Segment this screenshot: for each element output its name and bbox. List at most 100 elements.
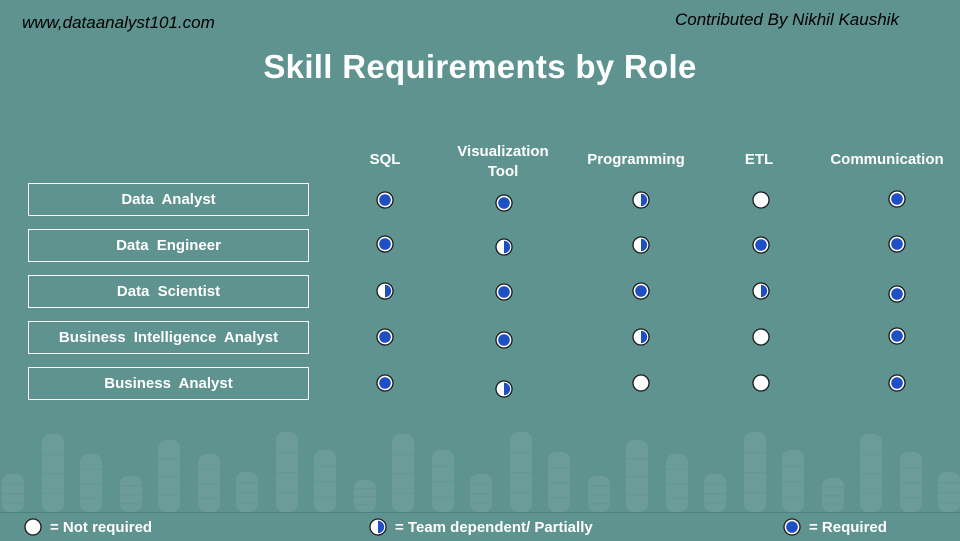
- background-bar-stripe: [704, 483, 726, 485]
- required-icon: [376, 328, 394, 346]
- background-bar-stripe: [2, 502, 24, 504]
- column-header-sql: SQL: [369, 151, 401, 168]
- background-bar-stripe: [236, 492, 258, 494]
- not-required-icon: [752, 374, 770, 392]
- partial-icon: [632, 328, 650, 346]
- not-required-icon: [24, 518, 42, 536]
- background-bar-stripe: [2, 493, 24, 495]
- background-bar-stripe: [744, 472, 766, 474]
- background-bar-stripe: [900, 467, 922, 469]
- background-bar-stripe: [120, 485, 142, 487]
- partial-icon: [752, 282, 770, 300]
- required-icon: [888, 374, 906, 392]
- required-icon: [752, 236, 770, 254]
- background-bar-stripe: [548, 497, 570, 499]
- required-icon: [888, 235, 906, 253]
- required-icon: [632, 282, 650, 300]
- column-header-communication: Communication: [830, 151, 944, 168]
- background-bar-stripe: [938, 482, 960, 484]
- not-required-icon: [752, 191, 770, 209]
- required-icon: [888, 190, 906, 208]
- role-label-business-intelligence-analyst: Business Intelligence Analyst: [28, 321, 309, 354]
- legend-label-required: = Required: [809, 518, 887, 536]
- background-bar-stripe: [510, 492, 532, 494]
- required-icon: [376, 235, 394, 253]
- background-bar-stripe: [666, 497, 688, 499]
- not-required-icon: [752, 328, 770, 346]
- background-bar-stripe: [120, 494, 142, 496]
- background-bar-stripe: [42, 492, 64, 494]
- background-bar-stripe: [470, 502, 492, 504]
- page-title: Skill Requirements by Role: [263, 48, 697, 85]
- required-icon: [888, 285, 906, 303]
- background-bar-stripe: [744, 492, 766, 494]
- partial-icon: [376, 282, 394, 300]
- background-bar-stripe: [470, 483, 492, 485]
- background-bar-stripe: [860, 473, 882, 475]
- background-bar-stripe: [900, 497, 922, 499]
- background-bar-stripe: [392, 473, 414, 475]
- background-bar-stripe: [860, 453, 882, 455]
- background-bar-stripe: [276, 492, 298, 494]
- background-bar-stripe: [354, 504, 376, 506]
- required-icon: [495, 331, 513, 349]
- background-bar-stripe: [354, 496, 376, 498]
- background-bar-stripe: [860, 492, 882, 494]
- background-bar-stripe: [626, 476, 648, 478]
- background-bar-stripe: [120, 503, 142, 505]
- background-bar-stripe: [392, 492, 414, 494]
- background-bar-stripe: [314, 465, 336, 467]
- background-bar-stripe: [276, 452, 298, 454]
- partial-icon: [632, 191, 650, 209]
- background-bar-stripe: [470, 493, 492, 495]
- column-header-programming: Programming: [587, 151, 685, 168]
- background-bar-stripe: [198, 468, 220, 470]
- background-bar-stripe: [314, 496, 336, 498]
- required-icon: [783, 518, 801, 536]
- background-bar-stripe: [42, 453, 64, 455]
- background-bar-stripe: [510, 452, 532, 454]
- background-bar-stripe: [392, 453, 414, 455]
- background-bar-stripe: [938, 492, 960, 494]
- credit-text: Contributed By Nikhil Kaushik: [675, 10, 899, 29]
- legend-item-partial: = Team dependent/ Partially: [369, 518, 593, 536]
- background-bar-stripe: [548, 482, 570, 484]
- partial-icon: [495, 238, 513, 256]
- background-bar-stripe: [588, 503, 610, 505]
- decorative-background-bars: [2, 432, 960, 512]
- role-label-data-engineer: Data Engineer: [28, 229, 309, 262]
- background-bar-stripe: [510, 472, 532, 474]
- legend-item-required: = Required: [783, 518, 887, 536]
- background-bar-stripe: [198, 497, 220, 499]
- background-bar-stripe: [782, 496, 804, 498]
- column-header-etl: ETL: [744, 151, 774, 168]
- background-bar-stripe: [276, 472, 298, 474]
- background-bar-stripe: [314, 481, 336, 483]
- background-bar-stripe: [666, 468, 688, 470]
- role-label-data-analyst: Data Analyst: [28, 183, 309, 216]
- background-bar-stripe: [80, 483, 102, 485]
- background-bar-stripe: [626, 458, 648, 460]
- legend-item-not-required: = Not required: [24, 518, 152, 536]
- background-bar-stripe: [822, 503, 844, 505]
- partial-icon: [369, 518, 387, 536]
- background-bar-stripe: [236, 502, 258, 504]
- partial-icon: [495, 380, 513, 398]
- background-bar-stripe: [80, 497, 102, 499]
- background-bar-stripe: [938, 502, 960, 504]
- partial-icon: [632, 236, 650, 254]
- background-bar-stripe: [782, 481, 804, 483]
- background-bar-stripe: [704, 502, 726, 504]
- background-bar-stripe: [2, 483, 24, 485]
- background-bar-stripe: [900, 482, 922, 484]
- background-bar-stripe: [782, 465, 804, 467]
- background-bar-stripe: [158, 458, 180, 460]
- background-bar-stripe: [744, 452, 766, 454]
- background-bar-stripe: [822, 486, 844, 488]
- background-bar-stripe: [626, 494, 648, 496]
- required-icon: [495, 194, 513, 212]
- background-bar-stripe: [432, 481, 454, 483]
- background-bar-stripe: [158, 476, 180, 478]
- site-url: www,dataanalyst101.com: [22, 13, 215, 32]
- background-bar-stripe: [822, 495, 844, 497]
